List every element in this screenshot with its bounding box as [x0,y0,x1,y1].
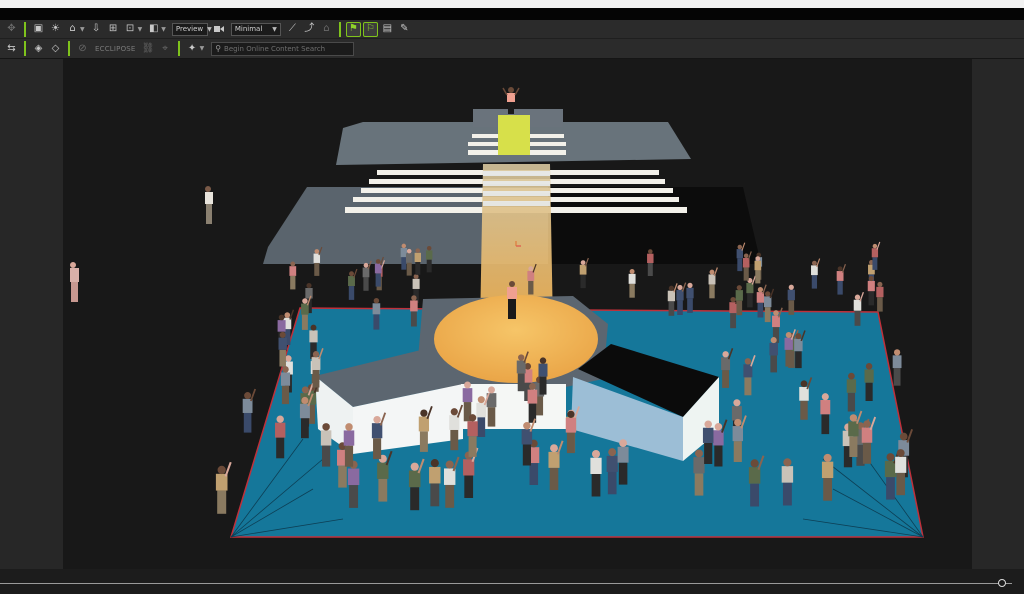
window-top-strip [0,0,1024,8]
picker-icon[interactable]: ✎ [397,22,412,37]
timeline-bar[interactable] [0,569,1024,594]
top-lightbox [498,115,530,155]
lock-icon[interactable]: ⌂ [319,22,334,37]
home-icon[interactable]: ⌂ [65,22,80,37]
camera-icon[interactable] [212,22,227,37]
clipboard-icon[interactable]: ▤ [380,22,395,37]
eclipse-label: ECCLIPOSE [95,44,136,53]
crowd-person [742,251,752,281]
crowd-person [289,261,297,290]
crowd-person [628,269,636,298]
figure-back-left [205,186,213,224]
frame-selected-icon[interactable]: ⊡ [123,22,138,37]
ik-icon[interactable]: ⌖ [158,41,173,56]
timeline-playhead[interactable] [997,579,1006,587]
toolbar-group-tools: ⟋ ⤴ ⌂ ⚑ ⚐ ▤ ✎ [284,21,413,37]
plugin-icon[interactable]: ✦ [185,41,200,56]
content-search-input[interactable] [224,44,345,53]
display-mode-value: Minimal [234,25,263,33]
chevron-down-icon[interactable]: ▼ [138,26,143,33]
motion-path-icon[interactable]: ⚑ [345,21,361,37]
crowd-person [811,258,821,289]
bone-icon[interactable]: ⟋ [285,22,300,37]
move-icon[interactable]: ✥ [4,22,19,37]
reset-icon[interactable]: ◇ [48,41,63,56]
frame-all-icon[interactable]: ⊞ [106,22,121,37]
figure-left-edge [70,262,79,302]
search-icon: ⚲ [215,44,222,53]
crowd-person [892,349,902,386]
eclipse-icon[interactable]: ⊘ [75,41,90,56]
chevron-down-icon: ▼ [272,25,277,33]
render-mode-value: Preview [175,25,204,33]
render-mode-select[interactable]: Preview ▼ [171,22,212,36]
timeline-track[interactable] [0,583,1012,584]
toolbar-separator [24,21,26,37]
link-icon[interactable]: ⛓ [141,41,156,56]
chevron-down-icon[interactable]: ▼ [80,26,85,33]
chevron-down-icon[interactable]: ▼ [161,26,166,33]
crowd-person [708,267,718,299]
crowd-person [372,297,381,330]
crowd-person [215,461,232,514]
crowd-person [348,268,358,300]
display-mode-select[interactable]: Minimal ▼ [230,22,281,36]
toolbar-separator [338,21,341,37]
chevron-down-icon[interactable]: ▼ [200,45,205,52]
crowd-person [876,281,884,312]
crowd-person [242,388,257,433]
flag-icon[interactable]: ⚐ [362,21,378,37]
crowd-person [735,285,743,316]
crowd-person [362,260,372,291]
3d-viewport[interactable] [63,59,972,569]
transform-icon[interactable]: ⇆ [4,41,19,56]
sun-icon[interactable]: ☀ [48,22,63,37]
crowd-person [871,241,881,270]
crowd-person [579,257,589,289]
toolbar-group-extras: ⛓ ⌖ ✦ ▼ [140,41,208,56]
crowd-person [787,284,795,315]
title-bar [0,8,1024,20]
import-icon[interactable]: ⇩ [89,22,104,37]
main-toolbar: ✥ ▣ ☀ ⌂ ▼ ⇩ ⊞ ⊡ ▼ ◧ ▼ Preview ▼ Minimal ▼ ⟋ ⤴ ⌂ ⚑ ⚐ ▤ ✎ [0,20,1024,39]
render-quality-icon[interactable]: ◧ [146,22,161,37]
toolbar-separator [177,41,180,56]
crowd-person [686,282,694,313]
crowd-person [836,263,846,295]
toolbar-separator [68,41,70,56]
pose-icon[interactable]: ⤴ [302,22,317,37]
scene-render [70,87,924,538]
layout-icon[interactable]: ▣ [31,22,46,37]
toolbar-group-view: ✥ ▣ ☀ ⌂ ▼ ⇩ ⊞ ⊡ ▼ ◧ ▼ [3,21,169,37]
target-icon[interactable]: ◈ [31,41,46,56]
toolbar-group-transform: ⇆ ◈ ◇ ⊘ [3,41,91,56]
secondary-toolbar: ⇆ ◈ ◇ ⊘ ECCLIPOSE ⛓ ⌖ ✦ ▼ ⚲ [0,39,1024,59]
toolbar-separator [24,41,26,56]
content-search[interactable]: ⚲ [211,41,355,56]
